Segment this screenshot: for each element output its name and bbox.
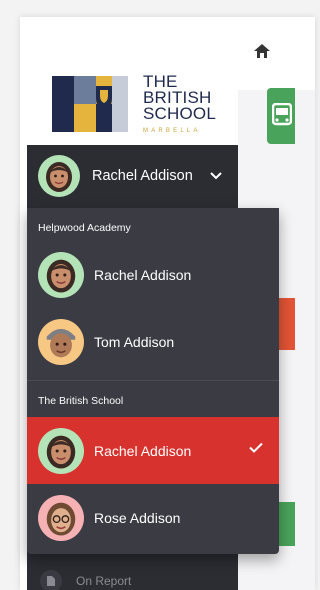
top-bar xyxy=(238,30,315,90)
current-user-name: Rachel Addison xyxy=(92,168,193,184)
user-switcher[interactable]: Rachel Addison xyxy=(27,145,238,207)
home-icon[interactable] xyxy=(254,44,270,58)
avatar xyxy=(38,427,84,474)
document-icon xyxy=(40,570,62,590)
school-crest-icon xyxy=(52,76,128,132)
user-dropdown-menu: Helpwood Academy Rachel Addison Tom Addi… xyxy=(27,208,279,554)
memoji-man-icon xyxy=(46,328,76,357)
dropdown-item-label: Rachel Addison xyxy=(94,442,192,459)
avatar xyxy=(38,155,80,197)
checkmark-icon xyxy=(249,442,263,453)
dropdown-item-rachel-british-school[interactable]: Rachel Addison xyxy=(27,417,279,484)
chevron-down-icon[interactable] xyxy=(210,172,222,180)
alert-tile[interactable] xyxy=(279,298,295,350)
bus-icon xyxy=(272,103,292,126)
dropdown-item-label: Rachel Addison xyxy=(94,266,192,283)
logo-subtitle: MARBELLA xyxy=(143,128,201,134)
avatar xyxy=(38,251,84,298)
nav-item-label: On Report xyxy=(76,574,132,588)
group-label-british-school: The British School xyxy=(38,395,124,407)
transport-tile[interactable] xyxy=(267,88,295,144)
nav-item-on-report[interactable]: On Report xyxy=(40,570,131,590)
memoji-woman-icon xyxy=(46,259,76,293)
memoji-woman-icon xyxy=(46,435,76,469)
group-divider xyxy=(27,380,279,381)
logo-line-3: SCHOOL xyxy=(143,104,216,123)
memoji-woman-glasses-icon xyxy=(46,502,76,536)
avatar xyxy=(38,494,84,541)
group-label-helpwood: Helpwood Academy xyxy=(38,222,131,234)
school-logo[interactable]: THE BRITISH SCHOOL MARBELLA xyxy=(27,30,238,147)
dropdown-item-label: Tom Addison xyxy=(94,333,175,350)
dropdown-item-label: Rose Addison xyxy=(94,509,181,526)
avatar xyxy=(38,318,84,365)
dropdown-item-rose-british-school[interactable]: Rose Addison xyxy=(27,484,279,551)
dropdown-item-rachel-helpwood[interactable]: Rachel Addison xyxy=(27,241,279,308)
status-tile[interactable] xyxy=(279,502,295,546)
dropdown-item-tom-helpwood[interactable]: Tom Addison xyxy=(27,308,279,375)
memoji-woman-icon xyxy=(46,162,72,192)
